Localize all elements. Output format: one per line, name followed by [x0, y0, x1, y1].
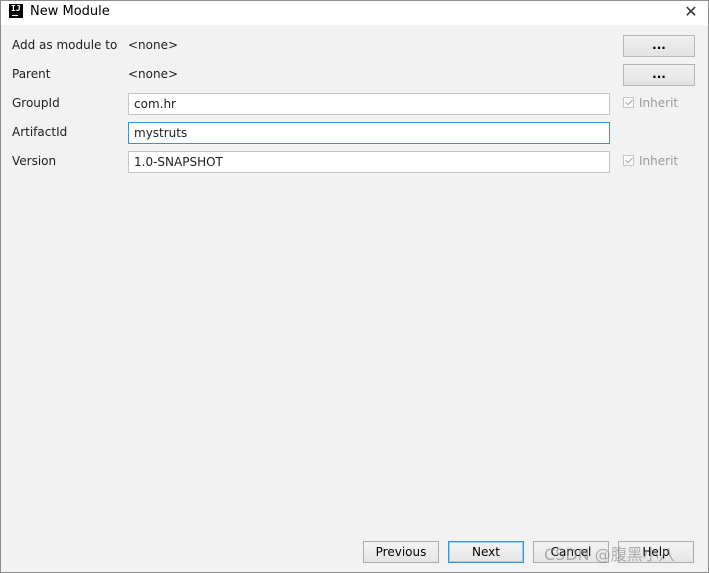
close-icon[interactable]: ✕: [680, 2, 702, 22]
add-as-module-browse-button[interactable]: ...: [623, 35, 695, 57]
parent-label: Parent: [12, 67, 51, 81]
cancel-button[interactable]: Cancel: [533, 541, 609, 563]
parent-row: Parent <none> ...: [1, 64, 708, 86]
artifact-id-label: ArtifactId: [12, 125, 68, 139]
group-id-label: GroupId: [12, 96, 60, 110]
window-title: New Module: [30, 4, 110, 19]
version-label: Version: [12, 154, 57, 168]
artifact-id-row: ArtifactId: [1, 122, 708, 144]
intellij-idea-icon: IJ: [9, 4, 23, 18]
next-button[interactable]: Next: [448, 541, 524, 563]
version-field[interactable]: [128, 151, 610, 173]
previous-button[interactable]: Previous: [363, 541, 439, 563]
title-bar: IJ New Module ✕: [1, 1, 708, 25]
add-as-module-value: <none>: [128, 38, 179, 52]
version-row: Version Inherit: [1, 151, 708, 173]
group-id-field[interactable]: [128, 93, 610, 115]
group-id-inherit-label: Inherit: [639, 96, 679, 110]
checkbox-checked-icon: [623, 97, 634, 108]
add-as-module-row: Add as module to <none> ...: [1, 35, 708, 57]
group-id-row: GroupId Inherit: [1, 93, 708, 115]
version-inherit-label: Inherit: [639, 154, 679, 168]
artifact-id-field[interactable]: [128, 122, 610, 144]
checkbox-checked-icon: [623, 155, 634, 166]
add-as-module-label: Add as module to: [12, 38, 118, 52]
help-button[interactable]: Help: [618, 541, 694, 563]
parent-browse-button[interactable]: ...: [623, 64, 695, 86]
parent-value: <none>: [128, 67, 179, 81]
new-module-dialog: IJ New Module ✕ Add as module to <none> …: [0, 0, 709, 573]
group-id-inherit-checkbox[interactable]: Inherit: [623, 96, 678, 110]
version-inherit-checkbox[interactable]: Inherit: [623, 154, 678, 168]
